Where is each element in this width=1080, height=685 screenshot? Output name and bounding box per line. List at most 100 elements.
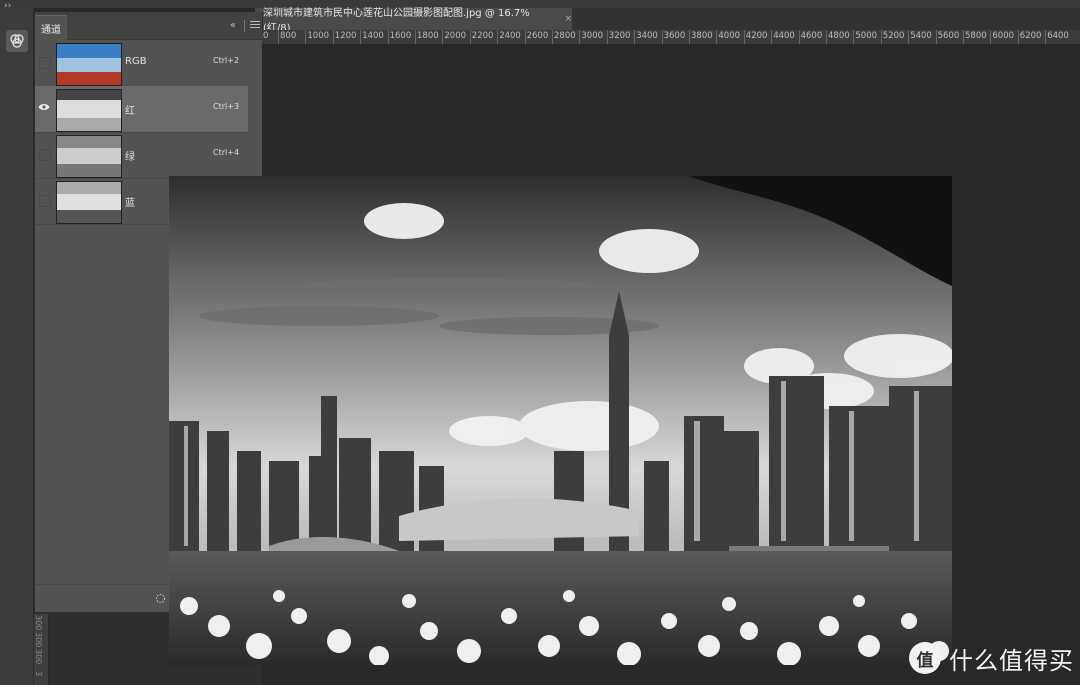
- panel-header: 通道 ‹‹: [35, 12, 262, 40]
- ruler-tick-mark: [661, 30, 663, 44]
- ruler-tick-mark: [716, 30, 718, 44]
- vertical-ruler: 300 300 300 3: [34, 614, 49, 685]
- ruler-tick-mark: [880, 30, 882, 44]
- ruler-tick-label: 300: [34, 614, 43, 631]
- channel-row[interactable]: RGB Ctrl+2: [35, 40, 248, 87]
- ruler-tick-label: 2000: [444, 31, 467, 41]
- watermark: 值 什么值得买: [909, 640, 1074, 676]
- ruler-tick-mark: [689, 30, 690, 44]
- ruler-tick-label: 2800: [554, 31, 576, 41]
- visibility-toggle[interactable]: [39, 195, 51, 207]
- ruler-tick-mark: [634, 30, 636, 44]
- channel-shortcut: Ctrl+3: [213, 102, 240, 111]
- ruler-tick-mark: [552, 30, 553, 44]
- channel-row[interactable]: 红 Ctrl+3: [35, 86, 248, 133]
- ruler-tick-label: 3800: [691, 31, 713, 41]
- ruler-tick-mark: [579, 30, 581, 44]
- ruler-tick-mark: [497, 30, 499, 44]
- ruler-tick-label: 3200: [608, 31, 631, 41]
- ruler-tick-label: 5000: [855, 31, 878, 41]
- ruler-tick-mark: [826, 30, 827, 44]
- ruler-tick-label: 6000: [992, 31, 1015, 41]
- ruler-tick-mark: [332, 30, 334, 44]
- ruler-tick-label: 2400: [499, 31, 521, 41]
- ruler-tick-label: 4000: [718, 31, 741, 41]
- ruler-tick-label: 800: [280, 31, 297, 41]
- channel-name: 绿: [125, 152, 135, 163]
- ruler-tick-mark: [1045, 30, 1047, 44]
- document-tab-bar: 深圳城市建筑市民中心莲花山公园摄影图配图.jpg @ 16.7%(红/8) ×: [255, 8, 1080, 34]
- tab-channels[interactable]: 通道: [35, 15, 67, 40]
- ruler-tick-mark: [908, 30, 910, 44]
- ruler-tick-label: 6200: [1019, 31, 1042, 41]
- channel-thumbnail: [56, 181, 122, 224]
- ruler-tick-label: 1600: [389, 31, 412, 41]
- channels-panel-button[interactable]: [6, 30, 28, 52]
- ruler-tick-label: 3000: [581, 31, 604, 41]
- ruler-tick-label: 5800: [965, 31, 987, 41]
- ruler-tick-label: 4400: [773, 31, 795, 41]
- ruler-tick-label: 2600: [526, 31, 549, 41]
- panel-menu-icon[interactable]: [250, 19, 260, 31]
- ruler-tick-label: 2200: [471, 31, 494, 41]
- ruler-tick-mark: [963, 30, 964, 44]
- ruler-tick-label: 3: [34, 670, 43, 677]
- ruler-tick-label: 5200: [882, 31, 905, 41]
- ruler-tick-mark: [278, 30, 279, 44]
- channel-shortcut: Ctrl+4: [213, 148, 240, 157]
- ruler-tick-mark: [360, 30, 362, 44]
- ruler-tick-mark: [853, 30, 855, 44]
- collapse-panel-icon[interactable]: ‹‹: [230, 20, 236, 31]
- visibility-toggle[interactable]: [39, 149, 51, 161]
- divider: [244, 20, 245, 32]
- ruler-tick-label: 0: [263, 31, 269, 41]
- ruler-tick-label: 3400: [636, 31, 658, 41]
- channel-thumbnail: [56, 89, 122, 132]
- ruler-tick-mark: [606, 30, 608, 44]
- channels-icon: [10, 34, 24, 48]
- ruler-tick-mark: [771, 30, 773, 44]
- ruler-tick-label: 4800: [828, 31, 850, 41]
- ruler-tick-label: 4200: [745, 31, 768, 41]
- ruler-tick-mark: [415, 30, 416, 44]
- ruler-tick-label: 5600: [937, 31, 960, 41]
- channel-name: 蓝: [125, 198, 135, 209]
- ruler-tick-label: 6400: [1047, 31, 1069, 41]
- close-tab-icon[interactable]: ×: [564, 14, 572, 24]
- ruler-tick-label: 1800: [417, 31, 439, 41]
- channel-name: 红: [125, 106, 135, 117]
- ruler-tick-label: 1200: [334, 31, 357, 41]
- watermark-logo-badge: 值: [909, 642, 941, 674]
- channel-row[interactable]: 绿 Ctrl+4: [35, 132, 248, 179]
- load-selection-icon[interactable]: [155, 593, 166, 604]
- visibility-toggle[interactable]: [39, 57, 51, 69]
- ruler-tick-mark: [469, 30, 471, 44]
- ruler-tick-label: 1000: [307, 31, 330, 41]
- channel-shortcut: Ctrl+2: [213, 56, 240, 65]
- ruler-tick-mark: [935, 30, 937, 44]
- ruler-tick-mark: [743, 30, 745, 44]
- document-tab[interactable]: 深圳城市建筑市民中心莲花山公园摄影图配图.jpg @ 16.7%(红/8) ×: [255, 8, 572, 34]
- channel-name: RGB: [125, 56, 147, 67]
- ruler-tick-label: 3600: [663, 31, 686, 41]
- ruler-tick-mark: [990, 30, 992, 44]
- watermark-text: 什么值得买: [949, 646, 1074, 675]
- horizontal-ruler: 0 800 1000 1200 1400 1600 1800 2000 2200 2400 2600…: [262, 30, 1080, 45]
- ruler-tick-mark: [798, 30, 800, 44]
- ruler-tick-label: 300: [34, 631, 43, 648]
- ruler-tick-mark: [1017, 30, 1019, 44]
- channel-thumbnail: [56, 135, 122, 178]
- document-image[interactable]: [169, 176, 952, 665]
- ruler-tick-mark: [387, 30, 389, 44]
- channel-thumbnail: [56, 43, 122, 86]
- ruler-tick-label: 4600: [800, 31, 823, 41]
- expand-panels-button[interactable]: ››: [4, 1, 11, 11]
- ruler-tick-mark: [442, 30, 444, 44]
- visibility-eye-icon[interactable]: [38, 101, 50, 113]
- ruler-tick-label: 5400: [910, 31, 932, 41]
- ruler-tick-label: 1400: [362, 31, 384, 41]
- ruler-tick-mark: [524, 30, 526, 44]
- ruler-tick-label: 300: [34, 648, 43, 665]
- ruler-tick-mark: [305, 30, 307, 44]
- toolbar-column: ››: [0, 1, 34, 685]
